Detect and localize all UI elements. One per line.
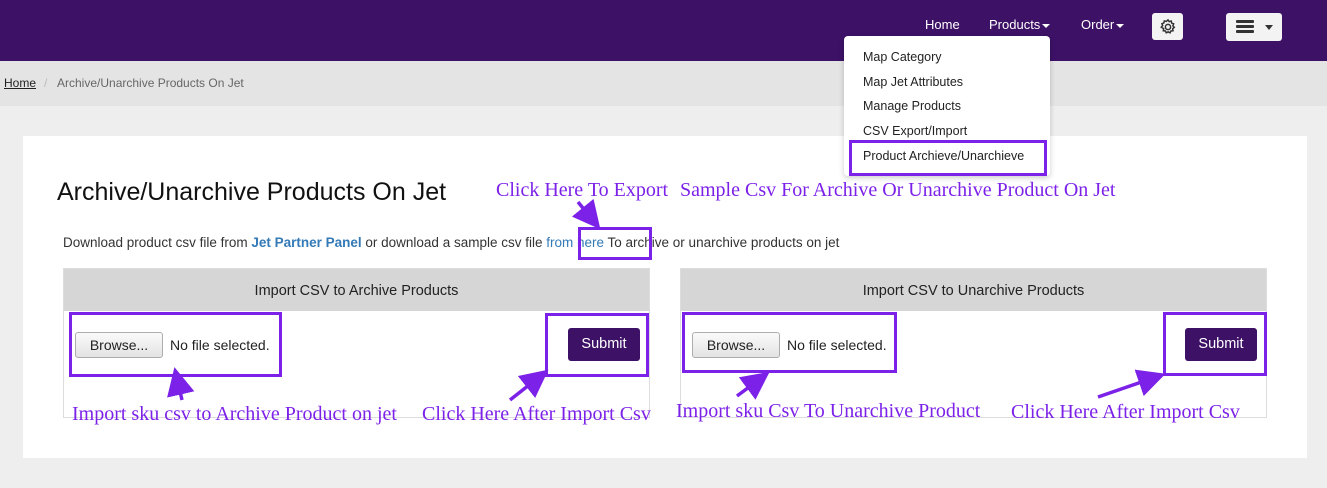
arrow-to-sample-link xyxy=(571,198,601,230)
arrow-to-unarchive-submit xyxy=(1097,369,1166,399)
annotation-arrows xyxy=(167,198,1166,402)
arrow-to-archive-browse xyxy=(167,367,195,401)
arrow-to-unarchive-browse xyxy=(735,371,770,400)
arrow-to-archive-submit xyxy=(508,369,549,402)
